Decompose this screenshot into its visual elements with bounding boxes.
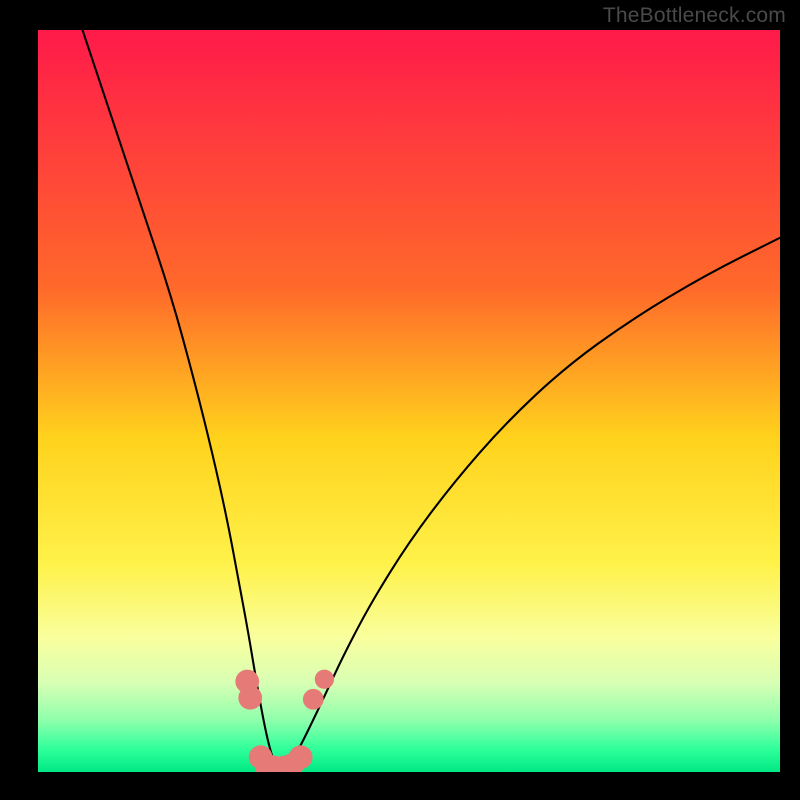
plot-area: [38, 30, 780, 772]
gradient-background: [38, 30, 780, 772]
watermark-text: TheBottleneck.com: [603, 4, 786, 28]
data-marker: [303, 689, 324, 710]
chart-frame: TheBottleneck.com: [0, 0, 800, 800]
data-marker: [289, 745, 313, 769]
bottleneck-chart: [38, 30, 780, 772]
data-marker: [315, 670, 334, 689]
data-marker: [238, 686, 262, 710]
